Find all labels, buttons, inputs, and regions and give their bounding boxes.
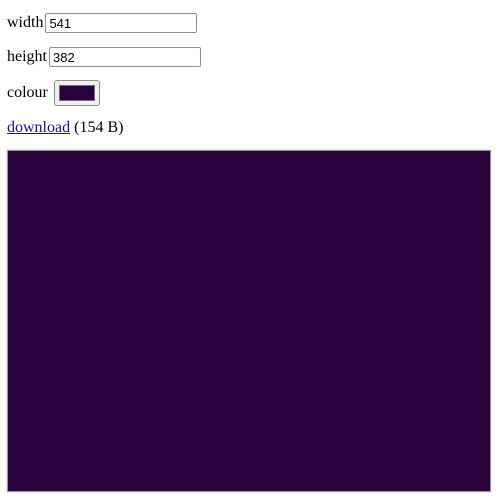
colour-row: colour [7,80,100,106]
width-label: width [7,14,44,31]
colour-label: colour [7,84,48,101]
width-input[interactable] [45,13,198,33]
height-input[interactable] [49,47,201,67]
height-row: height [7,46,201,68]
image-preview-canvas [7,150,491,492]
download-row: download (154 B) [7,117,123,139]
width-row: width [7,12,198,34]
colour-picker-button[interactable] [53,80,100,106]
colour-swatch [58,85,95,101]
download-link[interactable]: download [7,119,70,137]
file-size-text: (154 B) [74,119,124,136]
height-label: height [7,48,47,65]
